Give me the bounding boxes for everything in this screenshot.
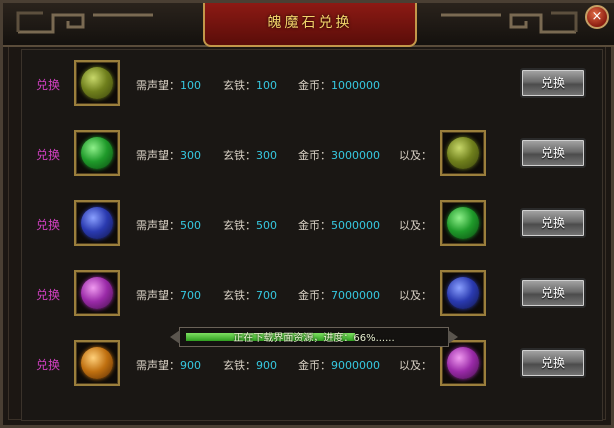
gold-requirement-value: 1000000: [331, 79, 380, 92]
reputation-requirement-label: 需声望：: [136, 219, 180, 232]
reward-gem-slot[interactable]: [74, 340, 120, 386]
reputation-requirement: 需声望：700: [136, 287, 201, 303]
also-label: 以及：: [399, 219, 432, 232]
also-label: 以及：: [399, 289, 432, 302]
iron-requirement-value: 900: [256, 359, 277, 372]
right-ornament: [441, 11, 578, 34]
gold-requirement-value: 9000000: [331, 359, 380, 372]
iron-requirement-value: 500: [256, 219, 277, 232]
exchange-panel: 魄魔石兑换 × 兑换 需声望：100 玄铁：100 金币：1000000 兑换 兑换 需声望…: [0, 0, 614, 428]
reward-gem-slot[interactable]: [74, 200, 120, 246]
exchange-label: 兑换: [36, 288, 61, 302]
reputation-requirement: 需声望：900: [136, 357, 201, 373]
reputation-requirement-value: 700: [180, 289, 201, 302]
gold-requirement-label: 金币：: [298, 219, 331, 232]
exchange-row: 兑换 需声望：300 玄铁：300 金币：3000000 以及： 兑换: [22, 124, 602, 184]
exchange-label: 兑换: [36, 358, 61, 372]
gold-requirement-value: 5000000: [331, 219, 380, 232]
green-gem-icon: [81, 137, 113, 169]
exchange-label: 兑换: [36, 78, 61, 92]
gold-requirement-label: 金币：: [298, 79, 331, 92]
iron-requirement-label: 玄铁：: [223, 289, 256, 302]
gold-requirement-value: 7000000: [331, 289, 380, 302]
also-label: 以及：: [399, 149, 432, 162]
exchange-button[interactable]: 兑换: [520, 208, 586, 238]
reputation-requirement-value: 300: [180, 149, 201, 162]
purple-gem-icon: [447, 347, 479, 379]
gold-requirement: 金币：7000000: [298, 287, 380, 303]
gold-requirement-label: 金币：: [298, 149, 331, 162]
iron-requirement-value: 300: [256, 149, 277, 162]
gold-requirement: 金币：3000000: [298, 147, 380, 163]
reputation-requirement-value: 500: [180, 219, 201, 232]
olive-gem-icon: [447, 137, 479, 169]
iron-requirement-label: 玄铁：: [223, 79, 256, 92]
exchange-list: 兑换 需声望：100 玄铁：100 金币：1000000 兑换 兑换 需声望：300 玄铁：3…: [21, 49, 603, 421]
required-gem-slot[interactable]: [440, 200, 486, 246]
iron-requirement: 玄铁：700: [223, 287, 277, 303]
reputation-requirement: 需声望：300: [136, 147, 201, 163]
gold-requirement-value: 3000000: [331, 149, 380, 162]
iron-requirement: 玄铁：300: [223, 147, 277, 163]
iron-requirement: 玄铁：500: [223, 217, 277, 233]
reputation-requirement-label: 需声望：: [136, 359, 180, 372]
gold-requirement: 金币：5000000: [298, 217, 380, 233]
reputation-requirement-label: 需声望：: [136, 149, 180, 162]
gold-requirement: 金币：1000000: [298, 77, 380, 93]
reward-gem-slot[interactable]: [74, 270, 120, 316]
reward-gem-slot[interactable]: [74, 130, 120, 176]
gold-requirement-label: 金币：: [298, 359, 331, 372]
reputation-requirement: 需声望：500: [136, 217, 201, 233]
loading-text: 正在下载界面资源，进度：66%......: [233, 333, 395, 344]
purple-gem-icon: [81, 277, 113, 309]
orange-gem-icon: [81, 347, 113, 379]
exchange-button[interactable]: 兑换: [520, 138, 586, 168]
green-gem-icon: [447, 207, 479, 239]
close-button[interactable]: ×: [585, 5, 609, 29]
iron-requirement-label: 玄铁：: [223, 219, 256, 232]
exchange-row: 兑换 需声望：700 玄铁：700 金币：7000000 以及： 兑换: [22, 264, 602, 324]
exchange-button[interactable]: 兑换: [520, 278, 586, 308]
iron-requirement: 玄铁：100: [223, 77, 277, 93]
blue-gem-icon: [81, 207, 113, 239]
reputation-requirement: 需声望：100: [136, 77, 201, 93]
reputation-requirement-label: 需声望：: [136, 289, 180, 302]
blue-gem-icon: [447, 277, 479, 309]
iron-requirement-value: 100: [256, 79, 277, 92]
iron-requirement-label: 玄铁：: [223, 149, 256, 162]
page-title: 魄魔石兑换: [267, 15, 353, 31]
gold-requirement-label: 金币：: [298, 289, 331, 302]
olive-gem-icon: [81, 67, 113, 99]
exchange-label: 兑换: [36, 148, 61, 162]
required-gem-slot[interactable]: [440, 130, 486, 176]
iron-requirement-value: 700: [256, 289, 277, 302]
also-label: 以及：: [399, 359, 432, 372]
reputation-requirement-label: 需声望：: [136, 79, 180, 92]
close-icon: ×: [591, 9, 603, 24]
reputation-requirement-value: 100: [180, 79, 201, 92]
left-ornament: [16, 11, 153, 34]
exchange-label: 兑换: [36, 218, 61, 232]
gold-requirement: 金币：9000000: [298, 357, 380, 373]
loading-bar: 正在下载界面资源，进度：66%......: [170, 327, 458, 347]
exchange-row: 兑换 需声望：500 玄铁：500 金币：5000000 以及： 兑换: [22, 194, 602, 254]
exchange-button[interactable]: 兑换: [520, 68, 586, 98]
required-gem-slot[interactable]: [440, 270, 486, 316]
reward-gem-slot[interactable]: [74, 60, 120, 106]
iron-requirement-label: 玄铁：: [223, 359, 256, 372]
exchange-button[interactable]: 兑换: [520, 348, 586, 378]
exchange-row: 兑换 需声望：100 玄铁：100 金币：1000000 兑换: [22, 54, 602, 114]
iron-requirement: 玄铁：900: [223, 357, 277, 373]
reputation-requirement-value: 900: [180, 359, 201, 372]
